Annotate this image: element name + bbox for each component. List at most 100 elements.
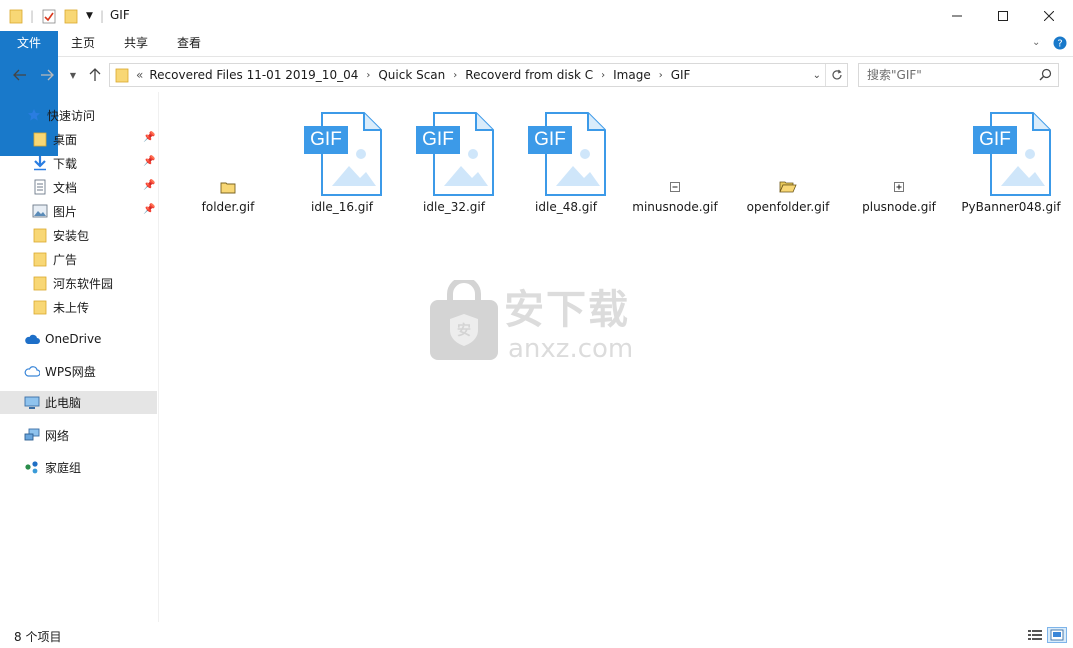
window-title: GIF [110, 8, 130, 22]
sidebar-item-ads[interactable]: 广告 [0, 248, 157, 270]
sidebar-item-label: 下载 [53, 156, 78, 171]
sidebar-item-label: 广告 [53, 252, 78, 267]
file-name: minusnode.gif [632, 200, 718, 214]
file-item-folder-gif[interactable]: folder.gif [174, 96, 282, 221]
forward-button[interactable] [38, 65, 56, 85]
gif-badge: GIF [973, 126, 1017, 154]
recent-locations-button[interactable]: ▼ [64, 65, 82, 85]
file-name: folder.gif [201, 200, 255, 214]
navigation-pane: 快速访问 桌面 📌 下载 📌 文档 📌 图片 📌 安装包 广告 河东软件园 未上… [0, 96, 158, 622]
sidebar-item-quick-access[interactable]: 快速访问 [0, 104, 157, 126]
search-input[interactable] [859, 64, 1034, 86]
file-item-pybanner048-gif[interactable]: GIF PyBanner048.gif [957, 96, 1065, 221]
sidebar-item-install-packages[interactable]: 安装包 [0, 224, 157, 246]
chevron-right-icon[interactable]: › [596, 70, 610, 81]
sidebar-item-hedong-software[interactable]: 河东软件园 [0, 272, 157, 294]
tab-view[interactable]: 查看 [168, 31, 210, 56]
breadcrumb-gif[interactable]: GIF [668, 68, 694, 82]
document-icon [32, 179, 48, 195]
pin-icon[interactable]: 📌 [143, 204, 155, 215]
gif-file-icon: GIF [971, 112, 1051, 196]
open-folder-icon [779, 181, 797, 193]
properties-icon[interactable] [42, 6, 56, 26]
watermark-brand: 安下载 [504, 287, 630, 333]
details-view-button[interactable] [1025, 627, 1045, 643]
chevron-right-icon[interactable]: › [448, 70, 462, 81]
breadcrumb-recoverd-from-disk[interactable]: Recoverd from disk C [462, 68, 596, 82]
minimize-button[interactable] [934, 0, 980, 31]
chevron-right-icon[interactable]: › [361, 70, 375, 81]
cloud-icon [24, 331, 40, 347]
breadcrumb-image[interactable]: Image [610, 68, 654, 82]
address-bar[interactable]: « Recovered Files 11-01 2019_10_04 › Qui… [109, 63, 848, 87]
file-item-openfolder-gif[interactable]: openfolder.gif [734, 96, 842, 221]
breadcrumb-recovered-files[interactable]: Recovered Files 11-01 2019_10_04 [146, 68, 361, 82]
expand-ribbon-icon[interactable]: ⌄ [1032, 37, 1040, 48]
file-name: plusnode.gif [862, 200, 936, 214]
customize-toolbar-icon[interactable]: ▼ [86, 6, 93, 26]
large-icons-view-icon [1050, 629, 1064, 641]
status-bar: 8 个项目 [0, 622, 1073, 648]
tab-share[interactable]: 共享 [115, 31, 157, 56]
sidebar-item-desktop[interactable]: 桌面 📌 [0, 128, 157, 150]
help-icon[interactable]: ? [1053, 36, 1067, 53]
file-item-idle-48-gif[interactable]: GIF idle_48.gif [512, 96, 620, 221]
file-item-minusnode-gif[interactable]: minusnode.gif [621, 96, 729, 221]
search-box[interactable] [858, 63, 1059, 87]
details-view-icon [1028, 630, 1042, 640]
file-name: PyBanner048.gif [961, 200, 1061, 214]
shield-lock-icon: 安 [430, 280, 498, 360]
watermark-domain: anxz.com [508, 334, 634, 364]
network-icon [24, 427, 40, 443]
picture-icon [32, 203, 48, 219]
navigation-bar: ▼ « Recovered Files 11-01 2019_10_04 › Q… [0, 58, 1073, 92]
maximize-icon [998, 10, 1008, 21]
pin-icon[interactable]: 📌 [143, 180, 155, 191]
gif-file-icon: GIF [414, 112, 494, 196]
folder-icon [9, 6, 23, 26]
sidebar-item-pictures[interactable]: 图片 📌 [0, 200, 157, 222]
new-folder-icon[interactable] [64, 6, 78, 26]
back-button[interactable] [11, 65, 29, 85]
sidebar-item-this-pc[interactable]: 此电脑 [0, 391, 157, 414]
pin-icon[interactable]: 📌 [143, 156, 155, 167]
tab-home[interactable]: 主页 [62, 31, 104, 56]
large-icons-view-button[interactable] [1047, 627, 1067, 643]
file-name: openfolder.gif [746, 200, 830, 214]
pane-divider[interactable] [158, 92, 159, 622]
file-item-idle-32-gif[interactable]: GIF idle_32.gif [400, 96, 508, 221]
sidebar-item-label: 安装包 [53, 228, 90, 243]
arrow-right-icon [41, 69, 54, 81]
sidebar-item-label: 家庭组 [45, 460, 82, 475]
minus-node-icon [670, 182, 680, 192]
chevron-down-icon: ▼ [69, 70, 77, 80]
sidebar-item-wps-drive[interactable]: WPS网盘 [0, 360, 157, 382]
sidebar-item-downloads[interactable]: 下载 📌 [0, 152, 157, 174]
sidebar-item-label: 此电脑 [45, 396, 82, 410]
address-dropdown-icon[interactable]: ⌄ [813, 70, 821, 81]
sidebar-item-not-uploaded[interactable]: 未上传 [0, 296, 157, 318]
pin-icon[interactable]: 📌 [143, 132, 155, 143]
breadcrumb-quick-scan[interactable]: Quick Scan [375, 68, 448, 82]
file-name: idle_32.gif [423, 200, 485, 214]
refresh-button[interactable] [825, 64, 847, 86]
breadcrumb-overflow[interactable]: « [133, 68, 146, 82]
chevron-right-icon[interactable]: › [654, 70, 668, 81]
sidebar-item-label: 快速访问 [47, 108, 96, 123]
file-item-idle-16-gif[interactable]: GIF idle_16.gif [288, 96, 396, 221]
sidebar-item-onedrive[interactable]: OneDrive [0, 328, 157, 350]
sidebar-item-label: 未上传 [53, 300, 90, 315]
title-bar: | ▼ | GIF [0, 0, 1073, 31]
sidebar-item-homegroup[interactable]: 家庭组 [0, 456, 157, 478]
gif-file-icon: GIF [302, 112, 382, 196]
file-item-plusnode-gif[interactable]: plusnode.gif [845, 96, 953, 221]
sidebar-item-network[interactable]: 网络 [0, 424, 157, 446]
sidebar-item-documents[interactable]: 文档 📌 [0, 176, 157, 198]
close-button[interactable] [1026, 0, 1072, 31]
maximize-button[interactable] [980, 0, 1026, 31]
toolbar-separator: | [30, 9, 35, 23]
up-button[interactable] [86, 65, 104, 85]
small-folder-icon [220, 182, 236, 194]
arrow-left-icon [13, 69, 26, 81]
search-icon[interactable] [1039, 68, 1052, 84]
